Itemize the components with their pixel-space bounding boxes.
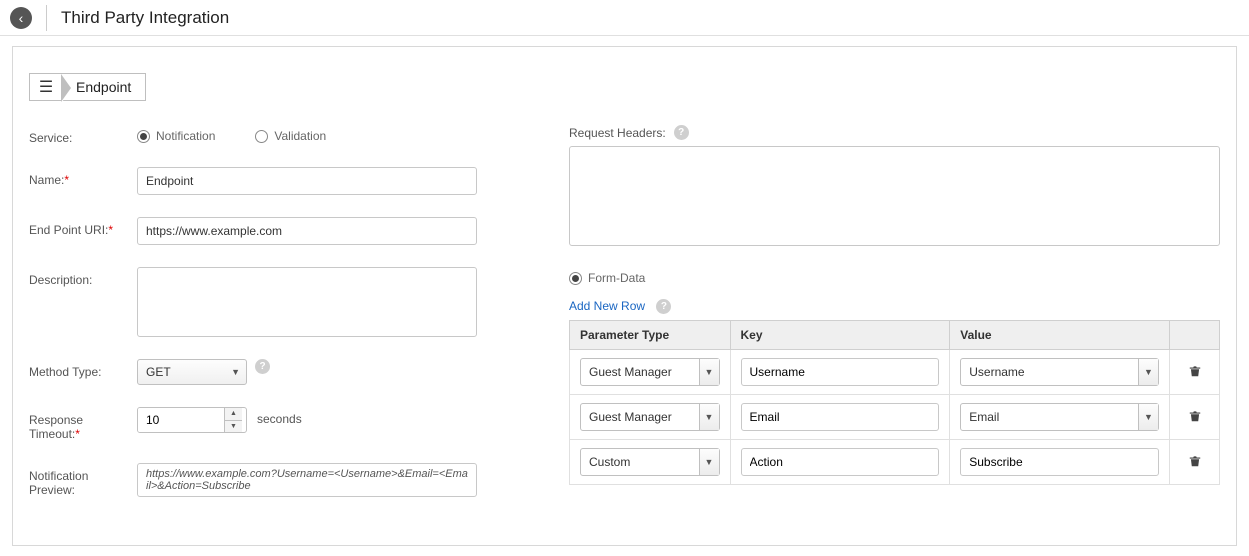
delete-row-button[interactable] xyxy=(1180,409,1209,426)
param-type-select[interactable]: Guest Manager▼ xyxy=(580,358,720,386)
spinner-up-button[interactable]: ▲ xyxy=(225,408,242,421)
name-input[interactable] xyxy=(137,167,477,195)
list-icon: ☰ xyxy=(39,77,53,97)
chevron-down-icon: ▼ xyxy=(231,367,240,377)
radio-label: Validation xyxy=(274,129,326,143)
radio-icon xyxy=(137,130,150,143)
uri-input[interactable] xyxy=(137,217,477,245)
add-row-link[interactable]: Add New Row xyxy=(569,299,645,313)
description-textarea[interactable] xyxy=(137,267,477,337)
col-header-action xyxy=(1170,321,1220,350)
label-method: Method Type: xyxy=(29,359,137,379)
radio-label: Notification xyxy=(156,129,215,143)
label-request-headers: Request Headers: ? xyxy=(569,125,1220,140)
help-icon[interactable]: ? xyxy=(674,125,689,140)
caret-down-icon: ▼ xyxy=(230,423,237,430)
page-title: Third Party Integration xyxy=(61,8,229,28)
label-preview: Notification Preview: xyxy=(29,463,137,497)
method-select[interactable]: GET ▼ xyxy=(137,359,247,385)
row-method: Method Type: GET ▼ ? xyxy=(29,359,509,385)
radio-validation[interactable]: Validation xyxy=(255,129,326,143)
spinner-buttons: ▲ ▼ xyxy=(224,408,242,432)
label-timeout: Response Timeout:* xyxy=(29,407,137,441)
chevron-down-icon: ▼ xyxy=(1138,404,1158,430)
param-type-value: Guest Manager xyxy=(581,404,699,430)
main-panel: ☰ Endpoint Service: Notification Validat… xyxy=(12,46,1237,546)
param-type-select[interactable]: Custom▼ xyxy=(580,448,720,476)
chevron-down-icon: ▼ xyxy=(699,449,719,475)
col-header-key: Key xyxy=(730,321,950,350)
delete-row-button[interactable] xyxy=(1180,454,1209,471)
trash-icon xyxy=(1188,364,1202,381)
row-uri: End Point URI:* xyxy=(29,217,509,245)
timeout-spinner[interactable]: ▲ ▼ xyxy=(137,407,247,433)
top-bar: ‹ Third Party Integration xyxy=(0,0,1249,36)
radio-icon xyxy=(255,130,268,143)
chevron-left-icon: ‹ xyxy=(19,11,24,25)
help-icon[interactable]: ? xyxy=(656,299,671,314)
radio-form-data[interactable]: Form-Data xyxy=(569,271,645,285)
breadcrumb: ☰ Endpoint xyxy=(29,73,146,101)
request-headers-textarea[interactable] xyxy=(569,146,1220,246)
breadcrumb-current: Endpoint xyxy=(72,74,145,100)
col-header-value: Value xyxy=(950,321,1170,350)
method-select-value: GET xyxy=(146,365,171,379)
table-row: Guest Manager▼Email▼ xyxy=(570,395,1220,440)
caret-up-icon: ▲ xyxy=(230,410,237,417)
param-type-select[interactable]: Guest Manager▼ xyxy=(580,403,720,431)
preview-box: https://www.example.com?Username=<Userna… xyxy=(137,463,477,497)
breadcrumb-separator-icon xyxy=(62,74,72,102)
chevron-down-icon: ▼ xyxy=(699,404,719,430)
left-column: Service: Notification Validation Name:* xyxy=(29,125,509,519)
divider xyxy=(46,5,47,31)
row-timeout: Response Timeout:* ▲ ▼ seconds xyxy=(29,407,509,441)
spinner-down-button[interactable]: ▼ xyxy=(225,421,242,433)
table-row: Guest Manager▼Username▼ xyxy=(570,350,1220,395)
value-select-value: Username xyxy=(961,359,1138,385)
back-button[interactable]: ‹ xyxy=(10,7,32,29)
radio-icon xyxy=(569,272,582,285)
param-type-value: Custom xyxy=(581,449,699,475)
value-select-value: Email xyxy=(961,404,1138,430)
row-service: Service: Notification Validation xyxy=(29,125,509,145)
right-column: Request Headers: ? Form-Data Add New Row… xyxy=(569,125,1220,519)
key-input[interactable] xyxy=(741,448,940,476)
radio-label: Form-Data xyxy=(588,271,645,285)
value-input[interactable] xyxy=(960,448,1159,476)
key-input[interactable] xyxy=(741,403,940,431)
label-uri: End Point URI:* xyxy=(29,217,137,237)
chevron-down-icon: ▼ xyxy=(699,359,719,385)
trash-icon xyxy=(1188,454,1202,471)
chevron-down-icon: ▼ xyxy=(1138,359,1158,385)
label-service: Service: xyxy=(29,125,137,145)
body-type-row: Form-Data xyxy=(569,271,1220,285)
add-row-wrap: Add New Row ? xyxy=(569,299,1220,314)
help-icon[interactable]: ? xyxy=(255,359,270,374)
radio-notification[interactable]: Notification xyxy=(137,129,215,143)
form-columns: Service: Notification Validation Name:* xyxy=(29,125,1220,519)
key-input[interactable] xyxy=(741,358,940,386)
timeout-input[interactable] xyxy=(138,408,224,432)
row-preview: Notification Preview: https://www.exampl… xyxy=(29,463,509,497)
breadcrumb-root-button[interactable]: ☰ xyxy=(30,74,62,100)
col-header-param-type: Parameter Type xyxy=(570,321,731,350)
param-type-value: Guest Manager xyxy=(581,359,699,385)
timeout-unit: seconds xyxy=(257,407,302,426)
table-row: Custom▼ xyxy=(570,440,1220,485)
value-select[interactable]: Email▼ xyxy=(960,403,1159,431)
trash-icon xyxy=(1188,409,1202,426)
label-name: Name:* xyxy=(29,167,137,187)
service-radio-group: Notification Validation xyxy=(137,125,326,143)
row-description: Description: xyxy=(29,267,509,337)
value-select[interactable]: Username▼ xyxy=(960,358,1159,386)
delete-row-button[interactable] xyxy=(1180,364,1209,381)
label-description: Description: xyxy=(29,267,137,287)
params-table: Parameter Type Key Value Guest Manager▼U… xyxy=(569,320,1220,485)
row-name: Name:* xyxy=(29,167,509,195)
